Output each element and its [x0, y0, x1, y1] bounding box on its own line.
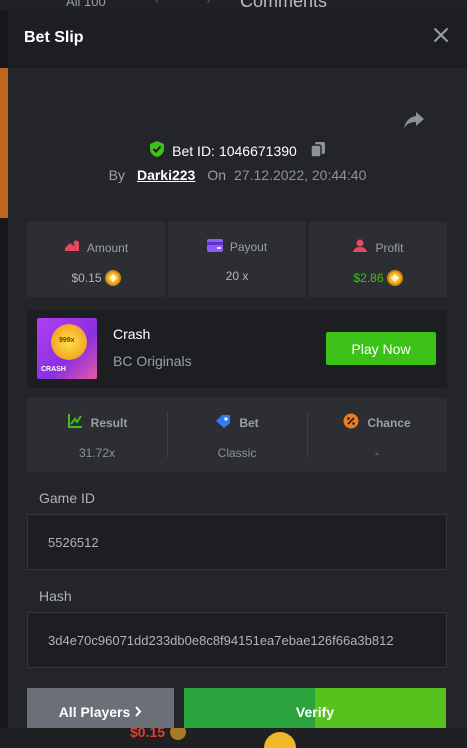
bet-stats: Amount $0.15 Payout 20 x Profit $2.86 [27, 222, 447, 297]
game-provider: BC Originals [113, 353, 192, 369]
payout-icon [206, 239, 223, 255]
payout-value: 20 x [225, 269, 249, 283]
on-label: On [207, 167, 227, 183]
crash-game-thumbnail[interactable]: 999x CRASH [37, 318, 97, 379]
bet-id-row: Bet ID: 1046671390 [8, 140, 467, 161]
stat-profit: Profit $2.86 [309, 222, 447, 297]
share-icon[interactable] [403, 110, 425, 130]
game-id-field[interactable]: 5526512 [27, 514, 447, 570]
game-id-label: Game ID [39, 490, 96, 506]
stat-amount: Amount $0.15 [27, 222, 165, 297]
profit-label: Profit [375, 240, 404, 255]
bet-slip-modal: Bet Slip Bet ID: 1046671390 By Darki223 … [8, 9, 467, 728]
background-pager-arrows[interactable]: ‹ › [155, 0, 232, 7]
chance-column: Chance - [307, 398, 447, 472]
chance-percent-icon [343, 413, 359, 432]
modal-header: Bet Slip [8, 9, 467, 68]
copy-icon[interactable] [310, 141, 326, 160]
thumbnail-multiplier: 999x [59, 337, 75, 344]
chevron-right-icon [134, 704, 142, 720]
verify-button[interactable]: Verify [184, 688, 446, 728]
all-players-button[interactable]: All Players [27, 688, 174, 728]
all-players-label: All Players [58, 704, 131, 720]
coin-icon [386, 270, 403, 286]
result-label: Result [90, 415, 128, 430]
result-value: 31.72x [78, 446, 116, 460]
chance-value: - [375, 446, 379, 460]
background-orange-strip [0, 68, 8, 218]
coin-icon [104, 270, 121, 286]
bet-label: Bet [239, 415, 259, 430]
chance-label: Chance [367, 415, 411, 430]
amount-label: Amount [86, 240, 129, 255]
modal-title: Bet Slip [24, 29, 84, 46]
bet-column: Bet Classic [167, 398, 307, 472]
profit-value: $2.86 [353, 271, 384, 285]
bet-id-label: Bet ID: [172, 142, 215, 159]
bet-value: Classic [217, 446, 257, 460]
result-column: Result 31.72x [27, 398, 167, 472]
payout-label: Payout [229, 240, 268, 254]
play-now-button[interactable]: Play Now [326, 332, 436, 365]
close-icon[interactable] [433, 27, 449, 43]
bettor-row: By Darki223 On 27.12.2022, 20:44:40 [8, 167, 467, 183]
thumbnail-label: CRASH [41, 366, 66, 373]
hash-field[interactable]: 3d4e70c96071dd233db0e8c8f94151ea7ebae126… [27, 612, 447, 668]
bet-date: 27.12.2022, 20:44:40 [234, 167, 367, 183]
amount-value: $0.15 [71, 271, 102, 285]
background-tab[interactable]: All 100 [66, 0, 106, 9]
result-card: Result 31.72x Bet Classic Chance - [27, 398, 447, 472]
result-chart-icon [67, 413, 83, 432]
stat-payout: Payout 20 x [168, 222, 306, 297]
bet-tag-icon [215, 413, 231, 432]
username-link[interactable]: Darki223 [137, 167, 195, 183]
background-footer [0, 728, 467, 748]
amount-icon [64, 239, 80, 256]
bet-id-value: 1046671390 [218, 142, 297, 159]
profit-icon [352, 239, 368, 256]
verified-shield-icon [149, 140, 165, 161]
game-name: Crash [113, 326, 151, 342]
hash-label: Hash [39, 588, 72, 604]
by-label: By [108, 167, 125, 183]
game-card: 999x CRASH Crash BC Originals Play Now [27, 310, 447, 388]
